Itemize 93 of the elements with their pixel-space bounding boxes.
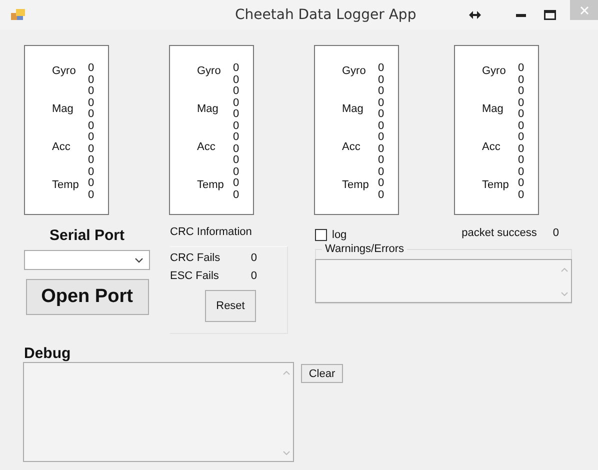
close-button[interactable] <box>570 0 598 20</box>
minimize-icon[interactable] <box>516 14 526 16</box>
sensor-label: Mag <box>197 103 220 116</box>
serial-port-heading: Serial Port <box>49 227 125 244</box>
sensor-value: 0 <box>378 120 384 132</box>
debug-heading: Debug <box>24 345 72 362</box>
sensor-value: 0 <box>518 63 524 74</box>
packet-success-label: packet success <box>462 227 537 239</box>
sensor-value: 0 <box>233 144 240 155</box>
scroll-down-icon[interactable] <box>560 292 568 296</box>
sensor-label: Temp <box>52 179 80 192</box>
sensor-value: 0 <box>378 144 384 155</box>
sensor-value: 0 <box>88 63 94 74</box>
window-title: Cheetah Data Logger App <box>235 7 416 23</box>
sensor-value: 0 <box>88 120 94 132</box>
sensor-label: Acc <box>342 141 362 154</box>
sensor-label: Temp <box>197 179 225 192</box>
sensor-value: 0 <box>88 109 94 120</box>
sensor-value: 0 <box>378 132 384 144</box>
sensor-value: 0 <box>378 190 384 201</box>
sensor-value: 0 <box>88 74 94 86</box>
sensor-value: 0 <box>88 166 94 178</box>
sensor-value: 0 <box>233 74 240 86</box>
sensor-value: 0 <box>518 86 524 98</box>
clear-button[interactable]: Clear <box>301 364 343 383</box>
packet-success-value: 0 <box>552 227 559 239</box>
sensor-value: 0 <box>233 63 240 74</box>
sensor-value: 0 <box>518 166 524 178</box>
sensor-value: 0 <box>233 109 240 120</box>
warnings-group-title: Warnings/Errors <box>322 243 408 255</box>
sensor-label: Acc <box>197 141 216 154</box>
close-icon[interactable] <box>580 6 588 14</box>
sensor-value: 0 <box>518 178 524 190</box>
sensor-label: Gyro <box>342 65 367 78</box>
sensor-value: 0 <box>233 120 240 132</box>
sensor-value: 0 <box>88 190 94 201</box>
sensor-label: Acc <box>52 141 72 154</box>
sensor-value: 0 <box>233 86 240 98</box>
sensor-value: 0 <box>518 109 524 120</box>
sensor-value: 0 <box>88 144 94 155</box>
sensor-value: 0 <box>233 166 240 178</box>
sensor-label: Gyro <box>52 65 77 78</box>
sensor-label: Mag <box>342 103 364 116</box>
crc-label: ESC Fails <box>170 270 219 282</box>
sensor-value: 0 <box>88 155 94 166</box>
sensor-value: 0 <box>233 178 240 190</box>
sensor-value: 0 <box>88 178 94 190</box>
sensor-value: 0 <box>518 155 524 166</box>
sensor-value: 0 <box>518 74 524 86</box>
crc-label: CRC Fails <box>170 252 220 264</box>
sensor-value: 0 <box>88 98 94 109</box>
sensor-label: Gyro <box>197 65 222 78</box>
sensor-value: 0 <box>518 190 524 201</box>
maximize-icon[interactable] <box>544 10 556 20</box>
reset-button[interactable]: Reset <box>205 290 256 322</box>
warnings-text-area[interactable] <box>315 259 572 303</box>
open-port-button[interactable]: Open Port <box>26 279 148 315</box>
sensor-value: 0 <box>518 120 524 132</box>
sensor-value: 0 <box>378 109 384 120</box>
sensor-value: 0 <box>378 86 384 98</box>
sensor-label: Gyro <box>482 65 507 78</box>
app-icon <box>11 9 25 21</box>
sensor-value: 0 <box>378 74 384 86</box>
sensor-value: 0 <box>233 98 240 109</box>
crc-value: 0 <box>250 252 257 264</box>
log-checkbox[interactable] <box>315 229 327 241</box>
sensor-value: 0 <box>518 98 524 109</box>
scroll-down-icon[interactable] <box>282 451 290 455</box>
sensor-value: 0 <box>378 98 384 109</box>
scroll-up-icon[interactable] <box>560 268 568 272</box>
crc-value: 0 <box>250 270 257 282</box>
sensor-value: 0 <box>88 86 94 98</box>
sensor-value: 0 <box>518 144 524 155</box>
log-label: log <box>332 229 347 241</box>
sensor-label: Temp <box>482 179 510 192</box>
sensor-value: 0 <box>378 63 384 74</box>
sensor-label: Acc <box>482 141 502 154</box>
sensor-value: 0 <box>378 155 384 166</box>
serial-port-dropdown[interactable] <box>24 250 150 270</box>
sensor-value: 0 <box>88 132 94 144</box>
sensor-value: 0 <box>233 190 240 201</box>
sensor-label: Mag <box>52 103 74 116</box>
sensor-label: Temp <box>342 179 370 192</box>
sensor-value: 0 <box>378 178 384 190</box>
scroll-up-icon[interactable] <box>282 371 290 375</box>
resize-arrow-icon <box>469 11 481 19</box>
sensor-value: 0 <box>233 155 240 166</box>
sensor-value: 0 <box>378 166 384 178</box>
crc-heading: CRC Information <box>170 226 253 238</box>
sensor-label: Mag <box>482 103 504 116</box>
sensor-value: 0 <box>233 132 240 144</box>
sensor-value: 0 <box>518 132 524 144</box>
debug-text-area[interactable] <box>23 362 294 462</box>
